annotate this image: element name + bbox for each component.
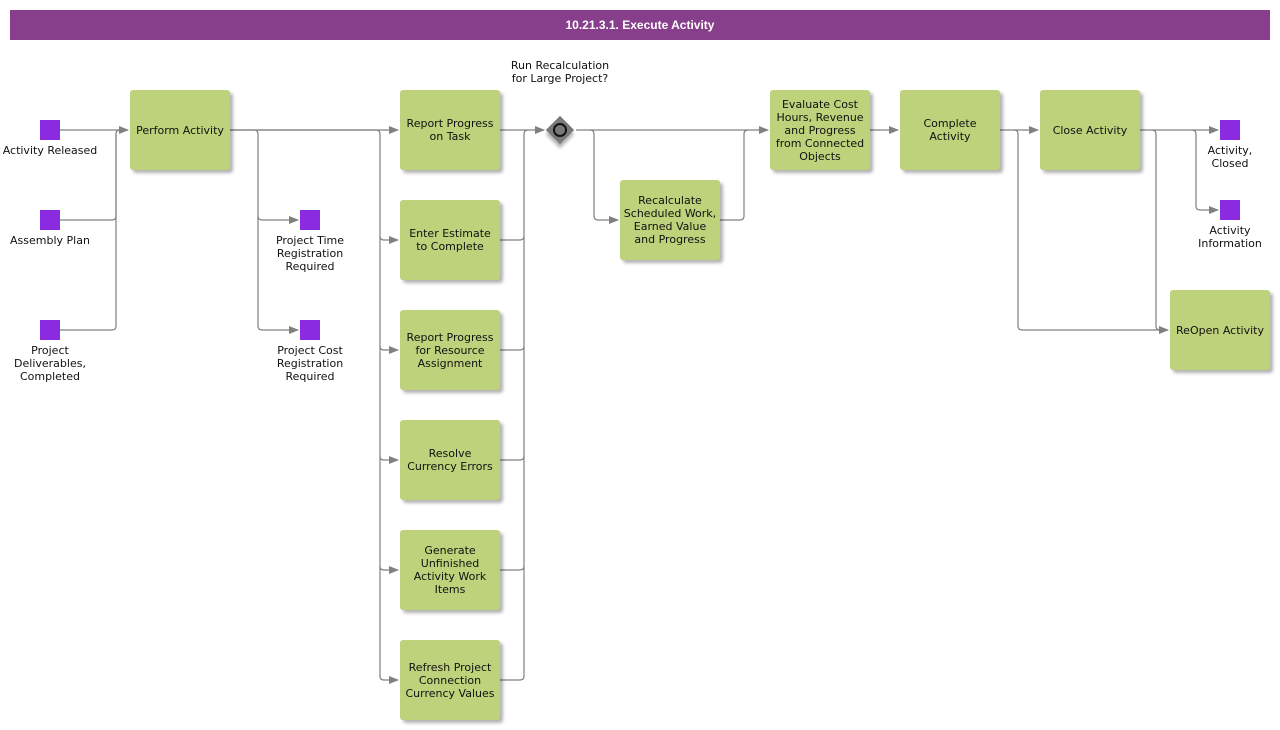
event-project-cost-registration-required[interactable] (300, 320, 320, 340)
connector (500, 236, 525, 351)
connector (500, 456, 525, 571)
connector (379, 235, 399, 244)
task-recalculate-scheduled-work[interactable]: Recalculate Scheduled Work, Earned Value… (620, 180, 720, 260)
connector (500, 129, 529, 241)
task-report-progress-resource-assignment[interactable]: Report Progress for Resource Assignment (400, 310, 500, 390)
connector (500, 346, 525, 461)
connector (1191, 129, 1219, 214)
event-label: Project Deliverables, Completed (14, 344, 86, 383)
event-project-deliverables-completed[interactable] (40, 320, 60, 340)
gateway-circle-icon (553, 123, 567, 137)
task-perform-activity[interactable]: Perform Activity (130, 90, 230, 170)
task-close-activity[interactable]: Close Activity (1040, 90, 1140, 170)
event-label: Activity, Closed (1207, 144, 1253, 170)
task-report-progress-on-task[interactable]: Report Progress on Task (400, 90, 500, 170)
task-generate-unfinished-work-items[interactable]: Generate Unfinished Activity Work Items (400, 530, 500, 610)
event-project-time-registration-required[interactable] (300, 210, 320, 230)
task-evaluate-cost-hours[interactable]: Evaluate Cost Hours, Revenue and Progres… (770, 90, 870, 170)
event-activity-released[interactable] (40, 120, 60, 140)
connector (589, 129, 619, 224)
connector (379, 455, 399, 464)
connector (379, 565, 399, 574)
task-refresh-project-connection[interactable]: Refresh Project Connection Currency Valu… (400, 640, 500, 720)
connector (230, 129, 299, 224)
connector (500, 566, 525, 681)
gateway-label: Run Recalculation for Large Project? (510, 59, 610, 85)
connector (379, 345, 399, 354)
task-resolve-currency-errors[interactable]: Resolve Currency Errors (400, 420, 500, 500)
event-assembly-plan[interactable] (40, 210, 60, 230)
connector (1151, 129, 1161, 331)
task-enter-estimate-to-complete[interactable]: Enter Estimate to Complete (400, 200, 500, 280)
event-label: Activity Information (1198, 224, 1262, 250)
event-label: Activity Released (2, 144, 98, 157)
event-label: Assembly Plan (10, 234, 90, 247)
task-reopen-activity[interactable]: ReOpen Activity (1170, 290, 1270, 370)
event-label: Project Cost Registration Required (276, 344, 344, 383)
event-label: Project Time Registration Required (275, 234, 345, 273)
connector (60, 134, 117, 331)
task-complete-activity[interactable]: Complete Activity (900, 90, 1000, 170)
event-activity-information[interactable] (1220, 200, 1240, 220)
connector (720, 129, 749, 221)
event-activity-closed[interactable] (1220, 120, 1240, 140)
